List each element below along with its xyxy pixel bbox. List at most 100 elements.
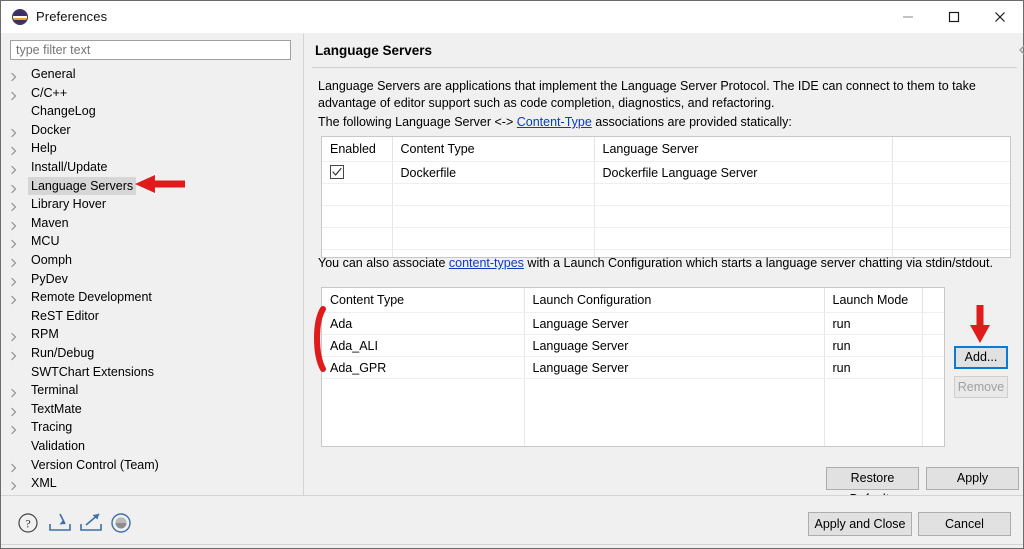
sidebar-item-label: Oomph [31, 253, 72, 267]
table-cell [824, 442, 923, 446]
sidebar-item-label: TextMate [31, 401, 82, 416]
expand-chevron-right-icon[interactable] [9, 125, 19, 137]
table-cell [922, 356, 944, 379]
expand-chevron-right-icon[interactable] [9, 199, 19, 212]
sidebar-item-label: PyDev [31, 271, 68, 286]
column-header[interactable] [922, 288, 944, 313]
static-associations-table[interactable]: Enabled Content Type Language Server Docke… [321, 136, 1011, 258]
content-types-link[interactable]: content-types [449, 256, 524, 270]
table-cell: Language Server [524, 334, 825, 357]
table-row[interactable]: Ada Language Server run [322, 312, 944, 335]
table-cell [322, 205, 393, 228]
table-row-empty[interactable] [322, 227, 1010, 250]
column-header[interactable]: Language Server [594, 137, 893, 162]
table-cell [594, 183, 893, 206]
column-header[interactable]: Launch Mode [824, 288, 923, 313]
table-cell [824, 400, 923, 421]
enabled-checkbox[interactable] [330, 165, 344, 179]
expand-chevron-right-icon[interactable] [9, 274, 19, 286]
sidebar-item-label: Version Control (Team) [31, 457, 159, 472]
table-row[interactable]: Dockerfile Dockerfile Language Server [322, 161, 1010, 184]
table-cell [922, 334, 944, 357]
table-cell [322, 227, 393, 250]
import-icon[interactable] [47, 511, 73, 535]
sidebar-item-label: RPM [31, 327, 59, 342]
table-cell [824, 421, 923, 442]
oomph-recorder-icon[interactable] [109, 511, 135, 535]
language-servers-panel: Language Servers Language Servers are ap… [304, 34, 1024, 495]
preferences-tree[interactable]: General C/C++ ChangeLog Docker Help Install/U… [1, 65, 301, 495]
column-header[interactable]: Enabled [322, 137, 393, 162]
table-row-empty [322, 378, 944, 400]
title-separator [312, 67, 1017, 68]
sidebar-item-label: Language Servers [28, 176, 137, 195]
minimize-button[interactable] [885, 1, 931, 32]
back-arrow-icon[interactable] [1018, 42, 1024, 61]
table-row-empty [322, 400, 944, 421]
panel-description: Language Servers are applications that i… [318, 79, 976, 110]
add-button[interactable]: Add... [954, 346, 1008, 369]
table-row-empty[interactable] [322, 205, 1010, 228]
help-icon[interactable]: ? [16, 511, 42, 535]
expand-chevron-right-icon[interactable] [9, 181, 19, 193]
column-header[interactable]: Content Type [392, 137, 595, 162]
cancel-button[interactable]: Cancel [918, 512, 1011, 536]
table-cell [322, 161, 393, 184]
expand-chevron-right-icon[interactable] [9, 143, 19, 156]
table-cell [524, 442, 825, 446]
expand-chevron-right-icon[interactable] [9, 460, 19, 472]
column-header[interactable]: Launch Configuration [524, 288, 825, 313]
expand-chevron-right-icon[interactable] [9, 478, 19, 491]
table-cell [322, 183, 393, 206]
expand-chevron-right-icon[interactable] [9, 255, 19, 268]
table-cell [524, 400, 825, 421]
expand-chevron-right-icon[interactable] [9, 88, 19, 100]
expand-chevron-right-icon[interactable] [9, 236, 19, 249]
apply-and-close-button[interactable]: Apply and Close [808, 512, 912, 536]
column-header[interactable]: Content Type [322, 288, 525, 313]
close-button[interactable] [977, 1, 1023, 32]
launch-configuration-table[interactable]: Content Type Launch Configuration Launch M… [321, 287, 945, 447]
table-cell [922, 400, 944, 421]
expand-chevron-right-icon[interactable] [9, 422, 19, 435]
table-cell [322, 378, 525, 400]
table-cell [922, 312, 944, 335]
sidebar-item-label: XML [31, 476, 57, 491]
expand-chevron-right-icon[interactable] [9, 329, 19, 342]
table-cell [892, 183, 1010, 206]
static-association-intro: The following Language Server <-> Conten… [318, 115, 1015, 129]
sidebar-item-label: SWTChart Extensions [31, 364, 154, 379]
expand-chevron-right-icon[interactable] [9, 385, 19, 398]
expand-chevron-right-icon[interactable] [9, 69, 19, 82]
sidebar-item-label: Terminal [31, 383, 79, 398]
table-row-empty[interactable] [322, 183, 1010, 206]
expand-chevron-right-icon[interactable] [9, 404, 19, 416]
expand-chevron-right-icon[interactable] [9, 292, 19, 305]
sidebar-item-label: Install/Update [31, 160, 108, 174]
launch-intro-post: with a Launch Configuration which starts… [523, 256, 993, 270]
filter-field-wrapper[interactable] [10, 40, 291, 60]
expand-chevron-right-icon[interactable] [9, 162, 19, 175]
export-icon[interactable] [78, 511, 104, 535]
launch-intro-pre: You can also associate [318, 256, 449, 270]
static-intro-pre: The following Language Server <-> [318, 115, 517, 129]
table-row[interactable]: Ada_GPR Language Server run [322, 356, 944, 379]
search-input[interactable] [11, 41, 290, 59]
column-header[interactable] [892, 137, 1010, 162]
content-type-link[interactable]: Content-Type [517, 115, 592, 129]
table-cell: Language Server [524, 356, 825, 379]
sidebar-item-label: Run/Debug [31, 346, 95, 360]
apply-button[interactable]: Apply [926, 467, 1019, 490]
expand-chevron-right-icon[interactable] [9, 218, 19, 230]
table-cell: Language Server [524, 312, 825, 335]
restore-defaults-button[interactable]: Restore Defaults [826, 467, 919, 506]
table-row[interactable]: Ada_ALI Language Server run [322, 334, 944, 357]
maximize-button[interactable] [931, 1, 977, 32]
table-cell [922, 378, 944, 400]
table-cell: run [824, 312, 923, 335]
table-row-empty [322, 442, 944, 446]
table-cell [392, 183, 595, 206]
expand-chevron-right-icon[interactable] [9, 348, 19, 361]
window-title: Preferences [36, 9, 108, 24]
sidebar-item-label: ChangeLog [31, 104, 96, 119]
